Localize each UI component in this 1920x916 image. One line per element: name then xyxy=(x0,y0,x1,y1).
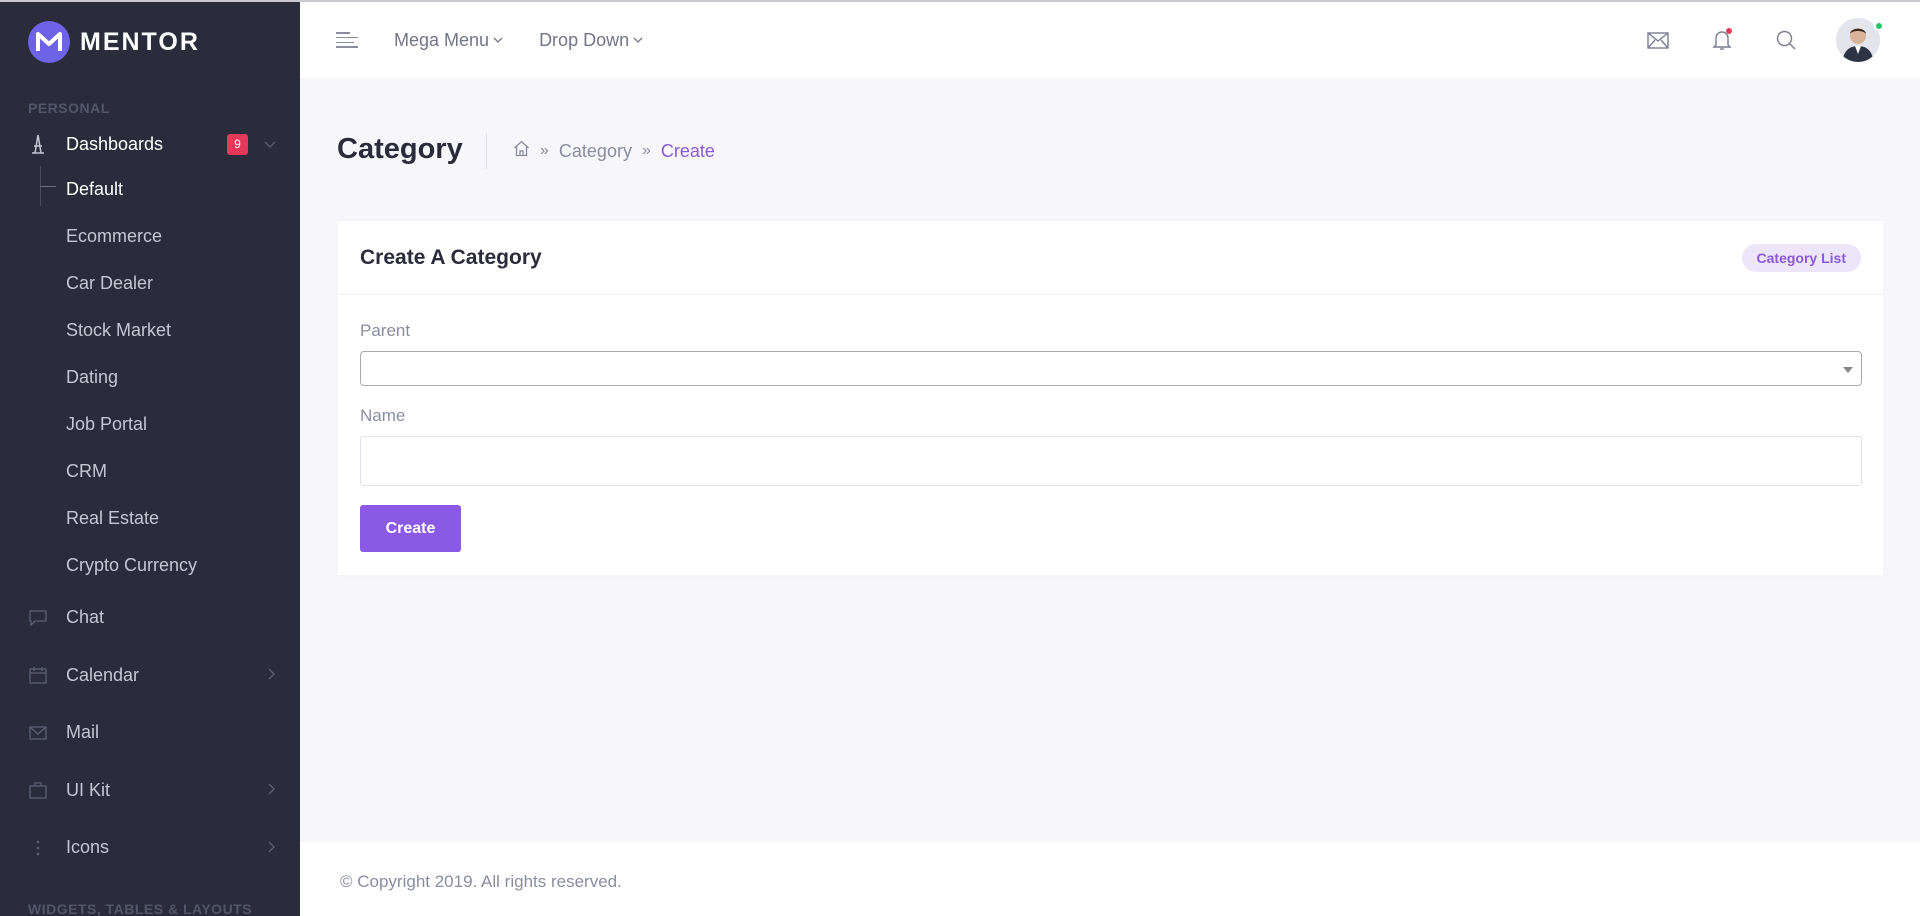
sidebar-subitem-real-estate[interactable]: Real Estate xyxy=(66,495,300,542)
sidebar-subitem-ecommerce[interactable]: Ecommerce xyxy=(66,213,300,260)
name-input[interactable] xyxy=(360,436,1862,486)
sidebar: MENTOR PERSONAL Dashboards 9 Default Eco… xyxy=(0,0,300,916)
page-title: Category xyxy=(337,133,463,165)
brand-name: MENTOR xyxy=(80,27,200,56)
bell-icon[interactable] xyxy=(1708,26,1736,54)
sidebar-subitem-crm[interactable]: CRM xyxy=(66,448,300,495)
chevron-right-icon xyxy=(268,840,276,856)
footer: © Copyright 2019. All rights reserved. xyxy=(300,842,1920,916)
breadcrumb: » Category » Create xyxy=(513,140,715,162)
breadcrumb-current: Create xyxy=(660,140,715,161)
card-title: Create A Category xyxy=(360,245,542,269)
sidebar-item-ui-kit[interactable]: UI Kit xyxy=(0,762,300,820)
section-label-widgets: WIDGETS, TABLES & LAYOUTS xyxy=(28,900,253,916)
double-chevron-right-icon: » xyxy=(641,142,651,159)
sidebar-subitem-stock-market[interactable]: Stock Market xyxy=(66,307,300,354)
sidebar-subitem-job-portal[interactable]: Job Portal xyxy=(66,401,300,448)
create-button[interactable]: Create xyxy=(360,505,461,552)
brand[interactable]: MENTOR xyxy=(0,2,300,82)
hamburger-menu-icon[interactable] xyxy=(336,32,358,48)
sidebar-item-label: Mail xyxy=(66,722,100,743)
bag-icon xyxy=(28,780,48,800)
sidebar-item-calendar[interactable]: Calendar xyxy=(0,647,300,705)
sidebar-item-label: UI Kit xyxy=(66,779,111,800)
double-chevron-right-icon: » xyxy=(540,142,549,159)
sidebar-item-icons[interactable]: Icons xyxy=(0,819,300,877)
section-label-personal: PERSONAL xyxy=(28,100,110,116)
sidebar-item-label: Icons xyxy=(66,837,110,858)
breadcrumb-category-link[interactable]: Category xyxy=(559,141,632,162)
sidebar-item-label: Calendar xyxy=(66,664,140,685)
drop-down-menu[interactable]: Drop Down xyxy=(539,30,643,51)
name-label: Name xyxy=(360,406,406,425)
dashboards-count-badge: 9 xyxy=(227,133,248,155)
mega-menu-dropdown[interactable]: Mega Menu xyxy=(394,30,503,51)
sidebar-item-chat[interactable]: Chat xyxy=(0,589,300,647)
mega-menu-label: Mega Menu xyxy=(394,29,490,50)
chevron-right-icon xyxy=(268,782,276,798)
sidebar-subitem-dating[interactable]: Dating xyxy=(66,354,300,401)
create-category-card: Create A Category Category List Parent N… xyxy=(338,221,1883,575)
chevron-right-icon xyxy=(268,667,276,683)
header-divider xyxy=(486,133,487,169)
calendar-icon xyxy=(28,665,48,685)
parent-label: Parent xyxy=(360,321,411,340)
chevron-down-icon xyxy=(633,33,643,47)
sidebar-item-label: Dashboards xyxy=(66,133,164,154)
sidebar-item-label: Chat xyxy=(66,607,105,628)
topbar: Mega Menu Drop Down xyxy=(300,0,1920,78)
dots-icon xyxy=(28,838,48,858)
chat-icon xyxy=(28,608,48,628)
sidebar-item-mail[interactable]: Mail xyxy=(0,704,300,762)
search-icon[interactable] xyxy=(1772,26,1800,54)
chevron-down-icon xyxy=(493,33,503,47)
mail-icon[interactable] xyxy=(1644,26,1672,54)
card-header: Create A Category Category List xyxy=(338,221,1883,295)
sidebar-subitem-crypto-currency[interactable]: Crypto Currency xyxy=(66,542,300,589)
category-list-button[interactable]: Category List xyxy=(1741,243,1861,272)
sidebar-subitem-car-dealer[interactable]: Car Dealer xyxy=(66,260,300,307)
dashboards-submenu: Default Ecommerce Car Dealer Stock Marke… xyxy=(0,166,300,589)
chevron-down-icon xyxy=(264,136,276,152)
online-status-dot xyxy=(1874,21,1884,31)
home-icon[interactable] xyxy=(513,140,530,162)
caret-down-icon xyxy=(1843,367,1853,373)
notification-dot xyxy=(1726,28,1732,34)
sidebar-subitem-default[interactable]: Default xyxy=(66,166,300,213)
drop-down-label: Drop Down xyxy=(539,29,630,50)
submenu-active-marker xyxy=(40,186,56,187)
mail-icon xyxy=(28,723,48,743)
topbar-actions xyxy=(1644,2,1920,78)
card-body: Parent Name Create xyxy=(338,321,1883,552)
sidebar-item-dashboards[interactable]: Dashboards 9 xyxy=(0,122,300,166)
parent-select[interactable] xyxy=(360,351,1862,386)
tower-icon xyxy=(28,134,48,154)
brand-logo-icon xyxy=(28,21,70,63)
footer-copyright: © Copyright 2019. All rights reserved. xyxy=(340,872,622,891)
